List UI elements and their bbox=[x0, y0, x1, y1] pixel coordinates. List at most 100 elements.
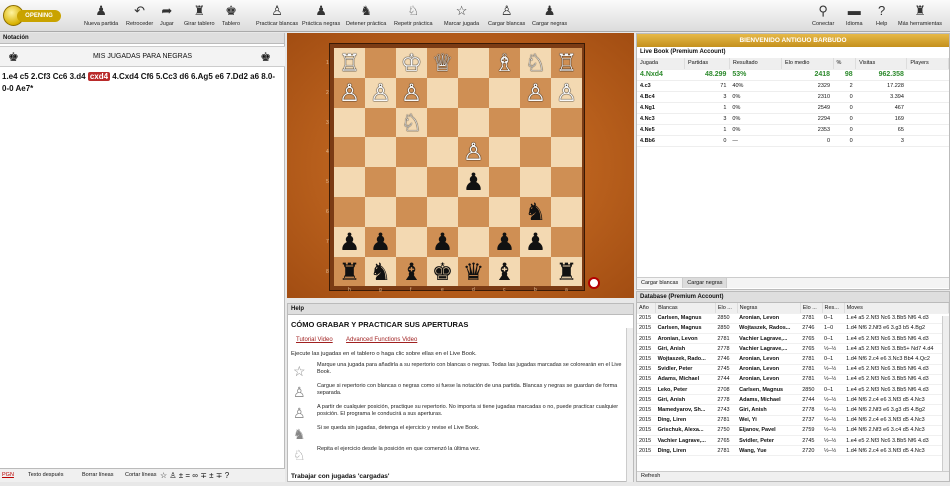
database-row[interactable]: 2015 Vachier Lagrave,... 2765 Svidler, Pete… bbox=[637, 435, 949, 447]
livebook-row[interactable]: 4.Bc4 3 0% 2310 0 3.394 bbox=[637, 91, 949, 103]
chess-piece[interactable]: ♘ bbox=[396, 108, 427, 138]
toolbar-button-8[interactable]: ♘ Repetir práctica bbox=[394, 2, 433, 27]
chess-piece[interactable]: ♖ bbox=[334, 48, 365, 78]
chess-piece[interactable]: ♟ bbox=[427, 227, 458, 257]
column-header[interactable]: Res... bbox=[822, 303, 845, 314]
livebook-row[interactable]: 4.Ng1 1 0% 2549 0 467 bbox=[637, 102, 949, 114]
tutorial-video-link[interactable]: Tutorial Video bbox=[296, 337, 333, 343]
toolbar-button-4[interactable]: ♚ Tablero bbox=[222, 2, 240, 27]
chessboard[interactable]: ♖ ♔ ♕ ♗ ♘ ♖ ♙ ♙ ♙ ♙ ♙ ♘ ♙ ♟ ♞ ♟ ♟ ♟ ♟ ♟ ♜ ♞ ♝ ♚ ♛ ♝ ♜ 1 2 3 4 5 6 7 8 h g f e d… bbox=[326, 43, 585, 293]
column-header[interactable]: Moves bbox=[844, 303, 949, 314]
board-square[interactable] bbox=[489, 137, 520, 168]
board-square[interactable] bbox=[489, 167, 520, 197]
board-square[interactable] bbox=[489, 107, 520, 138]
board-square[interactable] bbox=[334, 197, 365, 227]
toolbar-button-13[interactable]: ▬ Idioma bbox=[846, 2, 863, 27]
board-square[interactable] bbox=[458, 48, 489, 78]
toolbar-button-10[interactable]: ♙ Cargar blancas bbox=[488, 2, 525, 27]
toolbar-button-14[interactable]: ? Help bbox=[876, 2, 887, 27]
database-row[interactable]: 2015 Wojtaszek, Rado... 2746 Aronian, Levon… bbox=[637, 353, 949, 365]
chess-piece[interactable]: ♚ bbox=[427, 257, 458, 287]
database-row[interactable]: 2015 Grischuk, Alexa... 2750 Eljanov, Pavel… bbox=[637, 425, 949, 436]
board-square[interactable] bbox=[551, 137, 582, 168]
board-square[interactable] bbox=[458, 77, 489, 108]
delete-lines-button[interactable]: Borrar líneas bbox=[82, 469, 114, 482]
tab-load-black[interactable]: Cargar negras bbox=[683, 278, 728, 288]
chess-piece[interactable]: ♜ bbox=[334, 257, 365, 287]
board-square[interactable] bbox=[520, 107, 551, 138]
chess-piece[interactable]: ♞ bbox=[520, 197, 551, 227]
database-row[interactable]: 2015 Mamedyarov, Sh... 2743 Giri, Anish 2778… bbox=[637, 404, 949, 416]
database-row[interactable]: 2015 Adams, Michael 2744 Aronian, Levon 2781… bbox=[637, 374, 949, 386]
board-square[interactable] bbox=[458, 226, 489, 257]
refresh-button[interactable]: Refresh bbox=[637, 471, 949, 481]
toolbar-button-1[interactable]: ↶ Retroceder bbox=[126, 2, 153, 27]
board-square[interactable] bbox=[551, 167, 582, 197]
board-square[interactable] bbox=[365, 107, 396, 138]
board-square[interactable] bbox=[551, 107, 582, 138]
board-square[interactable] bbox=[551, 197, 582, 227]
chess-piece[interactable]: ♝ bbox=[489, 257, 520, 287]
toolbar-button-5[interactable]: ♙ Practicar blancas bbox=[256, 2, 298, 27]
chess-piece[interactable]: ♙ bbox=[458, 137, 489, 167]
column-header[interactable]: Jugada bbox=[637, 58, 685, 70]
board-square[interactable] bbox=[365, 167, 396, 197]
toolbar-button-9[interactable]: ☆ Marcar jugada bbox=[444, 2, 479, 27]
toolbar-button-15[interactable]: ♜ Más herramientas bbox=[898, 2, 942, 27]
chess-piece[interactable]: ♞ bbox=[365, 257, 396, 287]
chess-piece[interactable]: ♙ bbox=[396, 78, 427, 108]
toolbar-button-3[interactable]: ♜ Girar tablero bbox=[184, 2, 215, 27]
cut-lines-button[interactable]: Cortar líneas bbox=[125, 469, 157, 482]
database-row[interactable]: 2015 Ding, Liren 2781 Wei, Yi 2737 ½–½ 1.d4 Nf… bbox=[637, 415, 949, 426]
annotation-symbols[interactable]: ☆ ♙ ± = ∞ ∓ ± ∓ ? bbox=[160, 469, 229, 482]
board-square[interactable] bbox=[427, 107, 458, 138]
column-header[interactable]: Resultado bbox=[729, 58, 782, 70]
chess-piece[interactable]: ♙ bbox=[365, 78, 396, 108]
database-row[interactable]: 2015 Giri, Anish 2778 Adams, Michael 2744 ½–½… bbox=[637, 394, 949, 406]
board-square[interactable] bbox=[489, 197, 520, 227]
database-row[interactable]: 2015 Carlsen, Magnus 2850 Aronian, Levon 278… bbox=[637, 313, 949, 324]
board-square[interactable] bbox=[458, 197, 489, 227]
board-square[interactable] bbox=[365, 48, 396, 78]
chess-piece[interactable]: ♔ bbox=[396, 48, 427, 78]
chess-piece[interactable]: ♙ bbox=[551, 78, 582, 108]
board-square[interactable] bbox=[334, 167, 365, 197]
chess-piece[interactable]: ♘ bbox=[520, 48, 551, 78]
toolbar-button-11[interactable]: ♟ Cargar negras bbox=[532, 2, 567, 27]
board-square[interactable] bbox=[334, 137, 365, 168]
chess-piece[interactable]: ♕ bbox=[427, 48, 458, 78]
toolbar-button-2[interactable]: ➦ Jugar bbox=[160, 2, 174, 27]
chess-piece[interactable]: ♙ bbox=[520, 78, 551, 108]
board-square[interactable] bbox=[427, 197, 458, 227]
toolbar-button-7[interactable]: ♞ Detener práctica bbox=[346, 2, 386, 27]
chess-piece[interactable]: ♟ bbox=[334, 227, 365, 257]
text-after-button[interactable]: Texto después bbox=[28, 469, 63, 482]
chess-piece[interactable]: ♟ bbox=[458, 167, 489, 197]
livebook-row[interactable]: 4.c3 71 40% 2329 2 17.228 bbox=[637, 80, 949, 92]
toolbar-button-12[interactable]: ⚲ Conectar bbox=[812, 2, 834, 27]
board-square[interactable] bbox=[458, 107, 489, 138]
database-row[interactable]: 2015 Carlsen, Magnus 2850 Wojtaszek, Rados.… bbox=[637, 323, 949, 335]
chess-piece[interactable]: ♛ bbox=[458, 257, 489, 287]
column-header[interactable]: Año bbox=[637, 303, 657, 314]
board-square[interactable] bbox=[396, 137, 427, 168]
column-header[interactable]: Elo medio bbox=[781, 58, 834, 70]
board-square[interactable] bbox=[396, 197, 427, 227]
chess-piece[interactable]: ♟ bbox=[365, 227, 396, 257]
column-header[interactable]: Elo ... bbox=[800, 303, 823, 314]
livebook-row[interactable]: 4.Bb6 0—0 0 3 bbox=[637, 135, 949, 147]
column-header[interactable]: Players bbox=[906, 58, 949, 70]
toolbar-button-0[interactable]: ♟ Nueva partida bbox=[84, 2, 118, 27]
chess-piece[interactable]: ♟ bbox=[489, 227, 520, 257]
column-header[interactable]: Partidas bbox=[684, 58, 730, 70]
column-header[interactable]: Elo ... bbox=[715, 303, 738, 314]
board-square[interactable] bbox=[396, 226, 427, 257]
chess-piece[interactable]: ♜ bbox=[551, 257, 582, 287]
chess-piece[interactable]: ♝ bbox=[396, 257, 427, 287]
app-logo[interactable]: OPENING bbox=[3, 5, 61, 27]
help-scrollbar[interactable] bbox=[626, 328, 633, 482]
database-row[interactable]: 2015 Svidler, Peter 2745 Aronian, Levon 2781… bbox=[637, 364, 949, 375]
tab-load-white[interactable]: Cargar blancas bbox=[637, 278, 684, 288]
moves-before[interactable]: 1.e4 c5 2.Cf3 Cc6 3.d4 bbox=[2, 72, 88, 81]
chess-piece[interactable]: ♟ bbox=[520, 227, 551, 257]
